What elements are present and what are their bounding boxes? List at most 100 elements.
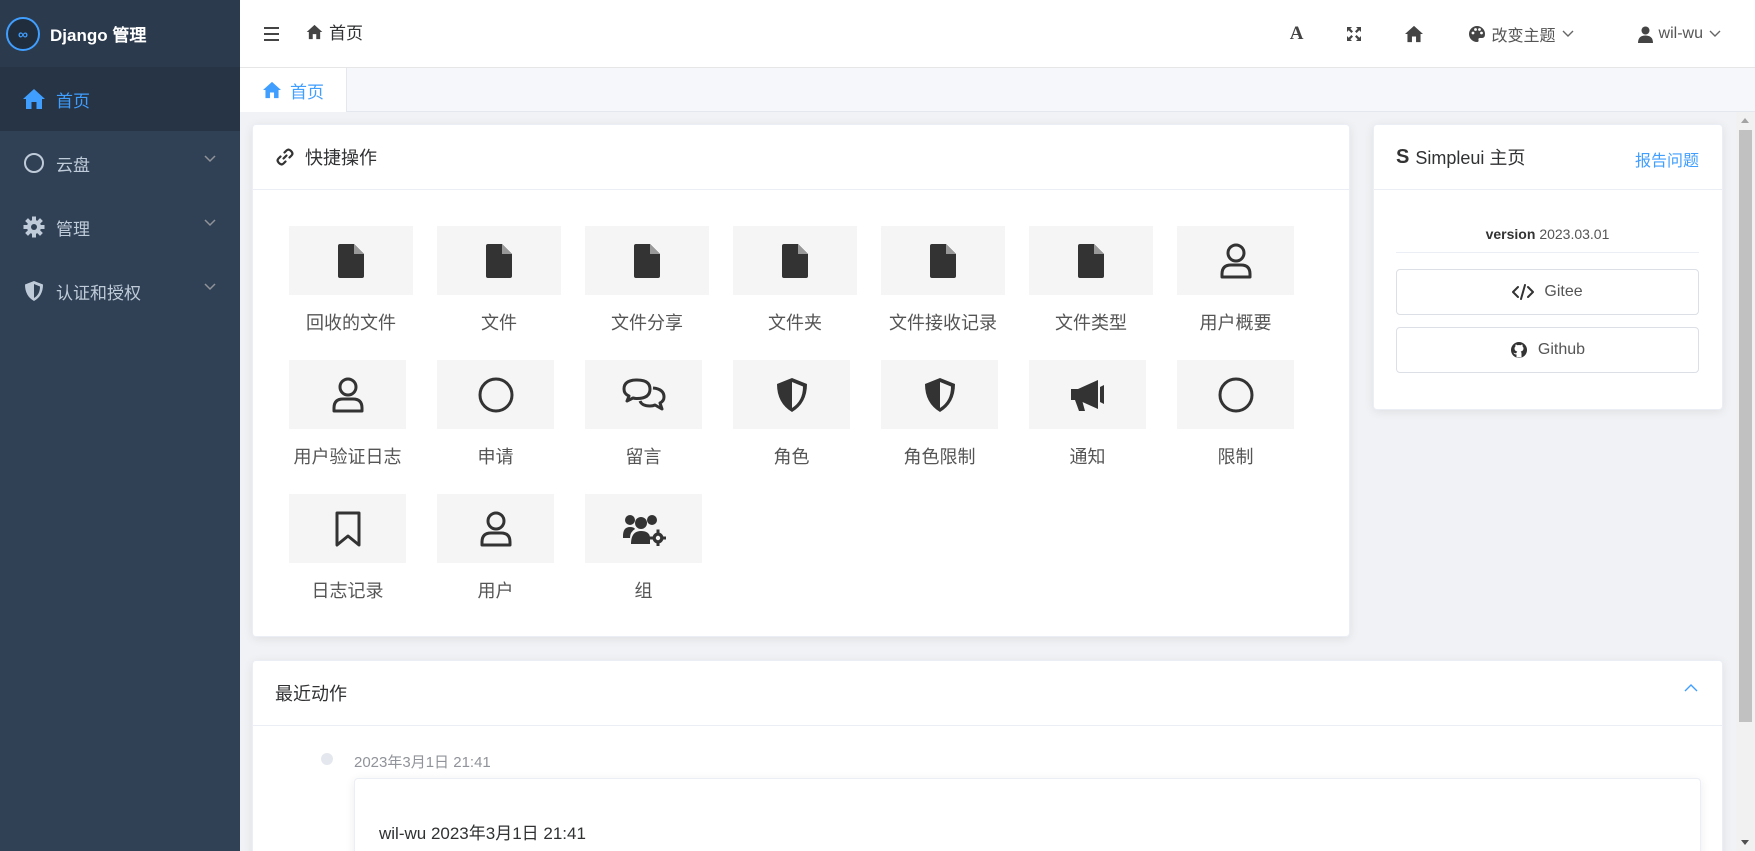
quick-item-icon-box [1029, 360, 1146, 429]
user-dropdown[interactable]: wil-wu [1637, 25, 1721, 43]
quick-item-label: 文件夹 [768, 313, 822, 333]
file-icon [338, 243, 364, 278]
timeline-timestamp: 2023年3月1日 21:41 [354, 754, 491, 771]
gitee-label: Gitee [1544, 283, 1583, 300]
quick-item-label: 用户概要 [1199, 313, 1272, 333]
header-actions: A 改变主题 wil-wu [1290, 0, 1755, 68]
quick-item-applications[interactable]: 申请 [437, 360, 554, 469]
breadcrumb: 首页 [306, 19, 363, 44]
scroll-up-icon[interactable] [1741, 118, 1749, 123]
quick-item-files[interactable]: 文件 [437, 226, 561, 335]
tab-home[interactable]: 首页 [240, 68, 347, 112]
file-icon [634, 243, 660, 278]
megaphone-icon [1070, 379, 1104, 411]
quick-item-label: 角色 [773, 447, 810, 467]
quick-item-user-profiles[interactable]: 用户概要 [1177, 226, 1294, 335]
quick-item-icon-box [733, 360, 850, 429]
quick-item-icon-box [437, 360, 554, 429]
code-icon [1512, 284, 1535, 300]
quick-item-users[interactable]: 用户 [437, 494, 554, 603]
quick-item-role-limits[interactable]: 角色限制 [881, 360, 998, 469]
card-title: 最近动作 [275, 684, 347, 704]
django-logo-icon: ∞ [6, 16, 40, 51]
quick-item-icon-box [289, 360, 406, 429]
github-button[interactable]: Github [1396, 327, 1699, 373]
scroll-thumb[interactable] [1739, 130, 1752, 722]
gitee-button[interactable]: Gitee [1396, 269, 1699, 315]
sidebar-item-label: 云盘 [56, 155, 90, 175]
logo[interactable]: ∞ Django 管理 [0, 0, 240, 67]
quick-item-recycled-files[interactable]: 回收的文件 [289, 226, 413, 335]
quick-item-file-types[interactable]: 文件类型 [1029, 226, 1153, 335]
quick-item-label: 用户 [477, 581, 514, 601]
sidebar-item-cloud[interactable]: 云盘 [0, 131, 240, 195]
chevron-down-icon [204, 219, 216, 227]
quick-item-limits[interactable]: 限制 [1177, 360, 1294, 469]
sidebar-item-label: 首页 [56, 91, 90, 111]
quick-item-messages[interactable]: 留言 [585, 360, 702, 469]
quick-item-label: 文件接收记录 [889, 313, 997, 333]
quick-item-label: 角色限制 [903, 447, 976, 467]
scrollbar[interactable] [1736, 112, 1755, 851]
card-header: 快捷操作 [253, 125, 1349, 190]
circle-icon [1218, 377, 1253, 412]
quick-item-groups[interactable]: 组 [585, 494, 702, 603]
breadcrumb-item[interactable]: 首页 [329, 19, 363, 44]
quick-item-icon-box [585, 360, 702, 429]
quick-item-label: 文件分享 [611, 313, 683, 333]
bookmark-icon [335, 511, 360, 546]
quick-item-log-entries[interactable]: 日志记录 [289, 494, 406, 603]
timeline-text: wil-wu 2023年3月1日 21:41 [379, 824, 586, 843]
sidebar-item-auth[interactable]: 认证和授权 [0, 259, 240, 323]
card-title: 快捷操作 [305, 148, 377, 168]
link-icon [276, 148, 294, 166]
chevron-up-icon[interactable] [1684, 683, 1698, 692]
quick-item-icon-box [585, 494, 702, 563]
timeline-dot [321, 753, 333, 765]
circle-icon [478, 377, 513, 412]
quick-item-file-receipts[interactable]: 文件接收记录 [881, 226, 1005, 335]
quick-item-label: 组 [634, 581, 653, 601]
timeline-card: wil-wu 2023年3月1日 21:41 [354, 778, 1701, 851]
report-issue-link[interactable]: 报告问题 [1635, 147, 1699, 171]
quick-item-icon-box [1177, 226, 1294, 295]
quick-item-notifications[interactable]: 通知 [1029, 360, 1146, 469]
theme-dropdown[interactable]: 改变主题 [1468, 22, 1574, 46]
home-icon [22, 87, 46, 111]
chevron-down-icon [1562, 30, 1574, 37]
quick-item-label: 留言 [625, 447, 662, 467]
quick-item-roles[interactable]: 角色 [733, 360, 850, 469]
quick-item-label: 用户验证日志 [293, 447, 402, 467]
file-icon [486, 243, 512, 278]
comments-icon [622, 378, 665, 410]
scroll-down-icon[interactable] [1741, 840, 1749, 845]
version-value: 2023.03.01 [1539, 226, 1610, 242]
quick-item-user-auth-logs[interactable]: 用户验证日志 [289, 360, 406, 469]
shield-icon [22, 279, 46, 303]
home-icon[interactable] [1404, 25, 1424, 43]
sidebar-item-manage[interactable]: 管理 [0, 195, 240, 259]
fullscreen-icon[interactable] [1346, 26, 1362, 42]
users-gear-icon [622, 514, 666, 546]
quick-item-label: 通知 [1069, 447, 1106, 467]
quick-item-icon-box [585, 226, 709, 295]
palette-icon [1468, 26, 1485, 42]
sidebar-item-home[interactable]: 首页 [0, 67, 240, 131]
user-name: wil-wu [1658, 25, 1703, 42]
theme-label: 改变主题 [1491, 28, 1556, 45]
shield-icon [776, 377, 807, 412]
home-icon [263, 81, 281, 99]
file-icon [782, 243, 808, 278]
chevron-down-icon [204, 155, 216, 163]
quick-item-icon-box [437, 494, 554, 563]
quick-item-label: 回收的文件 [306, 313, 396, 333]
quick-item-label: 申请 [477, 447, 514, 467]
menu-toggle-icon[interactable] [264, 24, 284, 44]
quick-item-folders[interactable]: 文件夹 [733, 226, 857, 335]
quick-item-file-shares[interactable]: 文件分享 [585, 226, 709, 335]
tab-label: 首页 [290, 82, 324, 102]
font-size-icon[interactable]: A [1290, 23, 1304, 45]
quick-actions-card: 快捷操作 回收的文件 文件 文件分享 文件夹 文件接收记录 文件类型 用户概要 … [252, 124, 1350, 637]
user-icon [1220, 243, 1251, 278]
app-title: Django 管理 [50, 26, 147, 45]
